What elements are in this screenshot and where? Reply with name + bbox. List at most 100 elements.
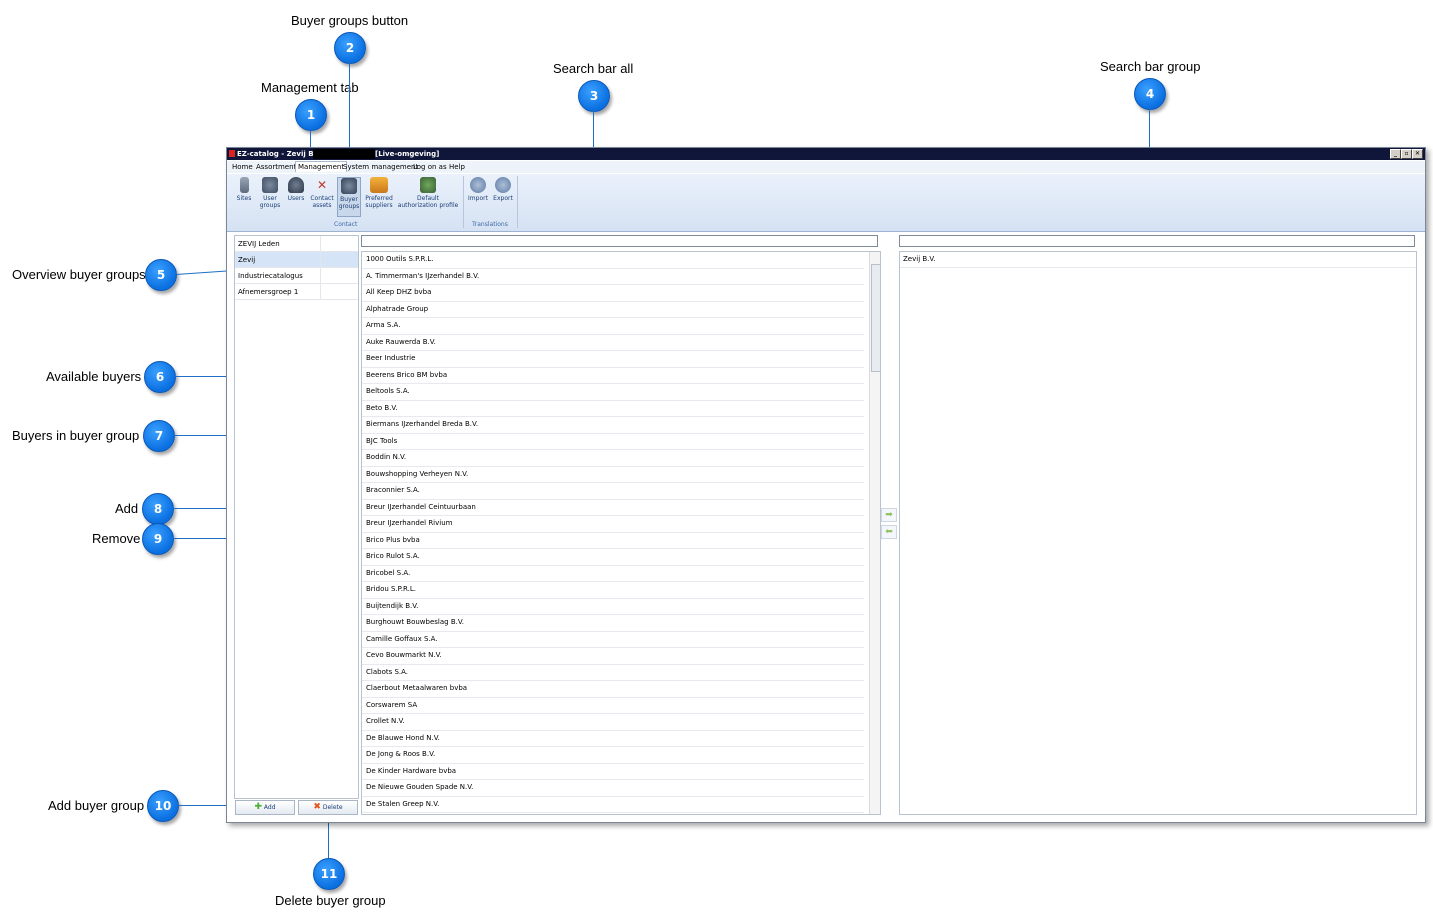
scrollbar-thumb[interactable] xyxy=(871,264,880,372)
export-button[interactable]: Export xyxy=(492,177,514,202)
menu-help[interactable]: Help xyxy=(449,163,465,171)
buyer-row[interactable]: Boddin N.V. xyxy=(362,450,864,467)
buyer-row[interactable]: Beto B.V. xyxy=(362,401,864,417)
buyer-group-name: Afnemersgroep 1 xyxy=(238,288,299,296)
default-authorization-button[interactable]: Default authorization profile xyxy=(397,177,459,209)
minimize-button[interactable]: _ xyxy=(1390,149,1401,159)
callout-label-4: Search bar group xyxy=(1100,59,1201,74)
search-all-input[interactable] xyxy=(361,235,878,247)
buyer-row[interactable]: A. Timmerman's IJzerhandel B.V. xyxy=(362,269,864,285)
users-button[interactable]: Users xyxy=(285,177,307,202)
app-window: EZ-catalog - Zevij B.V. [Live-omgeving] … xyxy=(226,147,1426,823)
buyer-row[interactable]: Camille Goffaux S.A. xyxy=(362,632,864,648)
buyer-group-row[interactable]: Industriecatalogus xyxy=(235,268,358,284)
buyer-groups-button[interactable]: Buyer groups xyxy=(337,177,361,217)
buyer-groups-label: Buyer groups xyxy=(338,196,360,210)
available-buyers-rows: 1000 Outils S.P.R.L. A. Timmerman's IJzer… xyxy=(362,252,880,814)
close-button[interactable]: ✕ xyxy=(1412,149,1423,159)
user-groups-label: User groups xyxy=(259,195,281,209)
buyer-row[interactable]: Clabots S.A. xyxy=(362,665,864,681)
buyer-row[interactable]: Crollet N.V. xyxy=(362,714,864,731)
menu-assortment[interactable]: Assortment xyxy=(256,163,296,171)
callout-label-11: Delete buyer group xyxy=(275,893,386,908)
callout-label-3: Search bar all xyxy=(553,61,634,76)
buyer-row[interactable]: Braconnier S.A. xyxy=(362,483,864,500)
delete-buyer-group-label: Delete xyxy=(322,804,343,811)
buyer-row[interactable]: Arma S.A. xyxy=(362,318,864,335)
contact-assets-label: Contact assets xyxy=(310,195,334,209)
buyer-row[interactable]: Bricobel S.A. xyxy=(362,566,864,582)
user-groups-button[interactable]: User groups xyxy=(257,177,283,209)
buyer-row[interactable]: Buijtendijk B.V. xyxy=(362,599,864,615)
contact-assets-button[interactable]: ✕ Contact assets xyxy=(309,177,335,209)
group-buyer-row[interactable]: Zevij B.V. xyxy=(900,252,1416,268)
vertical-scrollbar[interactable] xyxy=(869,252,880,814)
import-button[interactable]: Import xyxy=(467,177,489,202)
buyer-group-row[interactable]: ZEVIJ Leden xyxy=(235,236,358,252)
buyer-row[interactable]: All Keep DHZ bvba xyxy=(362,285,864,302)
buyer-row[interactable]: Brico Plus bvba xyxy=(362,533,864,549)
buyer-row[interactable]: BJC Tools xyxy=(362,434,864,450)
callout-badge-10: 10 xyxy=(147,790,179,822)
export-label: Export xyxy=(493,195,513,202)
callout-badge-5: 5 xyxy=(145,259,177,291)
translations-group-label: Translations xyxy=(472,221,508,228)
buyer-row[interactable]: Cevo Bouwmarkt N.V. xyxy=(362,648,864,665)
buyer-row[interactable]: De Stalen Greep N.V. xyxy=(362,797,864,813)
ribbon-separator xyxy=(463,176,464,228)
buyer-row[interactable]: Brico Rulot S.A. xyxy=(362,549,864,566)
delete-buyer-group-button[interactable]: ✖ Delete xyxy=(298,800,358,815)
buyer-row[interactable]: De Nieuwe Gouden Spade N.V. xyxy=(362,780,864,797)
buyer-group-row[interactable]: Afnemersgroep 1 xyxy=(235,284,358,300)
contact-assets-icon: ✕ xyxy=(316,178,328,192)
buyer-row[interactable]: Beer Industrie xyxy=(362,351,864,368)
add-buyer-group-button[interactable]: ✚ Add xyxy=(235,800,295,815)
callout-label-8: Add xyxy=(115,501,139,516)
title-bar: EZ-catalog - Zevij B.V. [Live-omgeving] … xyxy=(227,148,1425,160)
menu-bar: Home Assortment Management System manage… xyxy=(227,161,1425,173)
group-buyer-name: Zevij B.V. xyxy=(903,255,936,263)
menu-log-on-as[interactable]: Log on as xyxy=(413,163,447,171)
buyer-row[interactable]: Beltools S.A. xyxy=(362,384,864,401)
buyer-row[interactable]: De Blauwe Hond N.V. xyxy=(362,731,864,747)
menu-home[interactable]: Home xyxy=(232,163,253,171)
user-groups-icon xyxy=(262,177,278,193)
buyer-row[interactable]: Beerens Brico BM bvba xyxy=(362,368,864,384)
contact-group-label: Contact xyxy=(334,221,358,228)
buyer-row[interactable]: Corswarem SA xyxy=(362,698,864,714)
buyer-row[interactable]: Auke Rauwerda B.V. xyxy=(362,335,864,351)
buyer-row[interactable]: Bouwshopping Verheyen N.V. xyxy=(362,467,864,483)
search-group-input[interactable] xyxy=(899,235,1415,247)
menu-management[interactable]: Management xyxy=(295,161,348,172)
menu-system-management[interactable]: System management xyxy=(343,163,418,171)
sites-button[interactable]: Sites xyxy=(235,177,253,202)
buyer-row[interactable]: Breur IJzerhandel Rivium xyxy=(362,516,864,533)
buyer-row[interactable]: Breur IJzerhandel Ceintuurbaan xyxy=(362,500,864,516)
preferred-suppliers-icon xyxy=(370,177,388,193)
callout-badge-3: 3 xyxy=(578,80,610,112)
add-to-group-button[interactable]: ➡ xyxy=(881,508,897,522)
add-buyer-group-label: Add xyxy=(263,804,276,811)
buyer-row[interactable]: Claerbout Metaalwaren bvba xyxy=(362,681,864,698)
callout-label-7: Buyers in buyer group xyxy=(12,428,140,443)
buyer-row[interactable]: De Jong & Roos B.V. xyxy=(362,747,864,764)
buyer-row[interactable]: Biermans IJzerhandel Breda B.V. xyxy=(362,417,864,434)
buyer-group-row-selected[interactable]: Zevij xyxy=(235,252,358,268)
callout-badge-2: 2 xyxy=(334,32,366,64)
callout-label-10: Add buyer group xyxy=(48,798,145,813)
buyer-row[interactable]: Bridou S.P.R.L. xyxy=(362,582,864,599)
app-logo-icon xyxy=(229,150,235,157)
buyer-row[interactable]: De Tollenaere N.V. xyxy=(362,813,864,814)
buyer-group-name: Zevij xyxy=(238,256,256,264)
preferred-suppliers-button[interactable]: Preferred suppliers xyxy=(363,177,395,209)
remove-from-group-button[interactable]: ⬅ xyxy=(881,525,897,539)
restore-button[interactable]: ▫ xyxy=(1401,149,1412,159)
buyer-row[interactable]: De Kinder Hardware bvba xyxy=(362,764,864,780)
buyer-groups-icon xyxy=(341,178,357,194)
window-title: EZ-catalog - Zevij B.V. xyxy=(237,150,324,158)
callout-badge-1: 1 xyxy=(295,99,327,131)
buyer-row[interactable]: 1000 Outils S.P.R.L. xyxy=(362,252,864,269)
buyer-row[interactable]: Alphatrade Group xyxy=(362,302,864,318)
buyer-row[interactable]: Burghouwt Bouwbeslag B.V. xyxy=(362,615,864,632)
callout-badge-6: 6 xyxy=(144,361,176,393)
